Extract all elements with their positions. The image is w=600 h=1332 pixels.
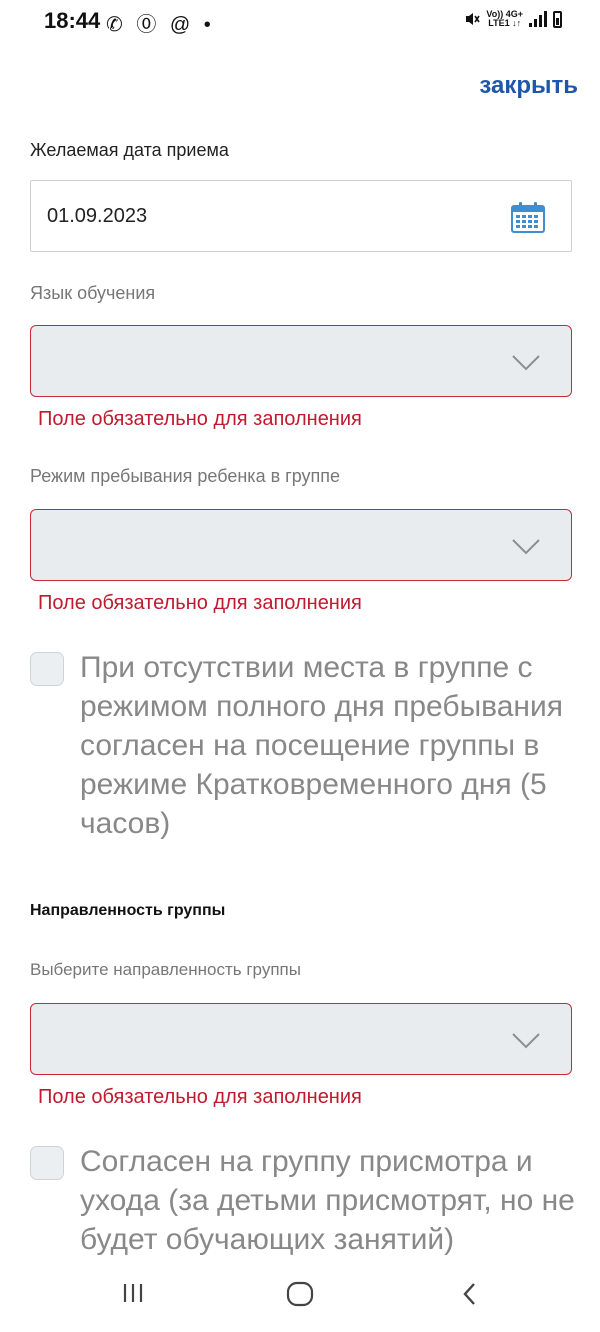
- mode-select[interactable]: [30, 509, 572, 581]
- short-day-checkbox[interactable]: [30, 652, 64, 686]
- home-icon[interactable]: [285, 1280, 315, 1308]
- notification-icons: ✆ ⓪ @ •: [106, 14, 215, 36]
- short-day-checkbox-row[interactable]: При отсутствии места в группе с режимом …: [30, 648, 580, 848]
- care-checkbox-label: Согласен на группу присмотра и ухода (за…: [80, 1145, 575, 1256]
- mute-icon: [466, 13, 481, 25]
- back-icon[interactable]: [458, 1280, 482, 1308]
- chevron-down-icon: [512, 539, 540, 555]
- date-input[interactable]: 01.09.2023: [30, 180, 572, 252]
- calendar-icon[interactable]: [511, 201, 545, 233]
- signal-icon: [529, 11, 547, 27]
- network-type: Vo)) 4G+ LTE1 ↓↑: [486, 10, 523, 28]
- mode-label: Режим пребывания ребенка в группе: [30, 466, 341, 486]
- focus-label: Выберите направленность группы: [30, 960, 301, 979]
- battery-icon: [553, 10, 562, 28]
- status-time: 18:44: [44, 8, 101, 33]
- date-label: Желаемая дата приема: [30, 140, 229, 160]
- date-value: 01.09.2023: [47, 205, 148, 227]
- status-indicators: Vo)) 4G+ LTE1 ↓↑: [464, 10, 562, 28]
- recent-apps-icon[interactable]: [120, 1280, 146, 1306]
- chevron-down-icon: [512, 355, 540, 371]
- focus-select[interactable]: [30, 1003, 572, 1075]
- focus-error: Поле обязательно для заполнения: [38, 1086, 362, 1108]
- language-error: Поле обязательно для заполнения: [38, 408, 362, 430]
- care-checkbox-row[interactable]: Согласен на группу присмотра и ухода (за…: [30, 1142, 580, 1267]
- mode-error: Поле обязательно для заполнения: [38, 592, 362, 614]
- chevron-down-icon: [512, 1033, 540, 1049]
- short-day-checkbox-label: При отсутствии места в группе с режимом …: [80, 651, 563, 840]
- close-button[interactable]: закрыть: [479, 72, 578, 100]
- status-bar: 18:44 ✆ ⓪ @ • Vo)) 4G+ LTE1 ↓↑: [0, 0, 600, 44]
- language-select[interactable]: [30, 325, 572, 397]
- lte-text: LTE1 ↓↑: [488, 18, 522, 28]
- system-nav-bar: [0, 1270, 600, 1332]
- language-label: Язык обучения: [30, 283, 156, 303]
- focus-section-title: Направленность группы: [30, 902, 226, 919]
- care-checkbox[interactable]: [30, 1146, 64, 1180]
